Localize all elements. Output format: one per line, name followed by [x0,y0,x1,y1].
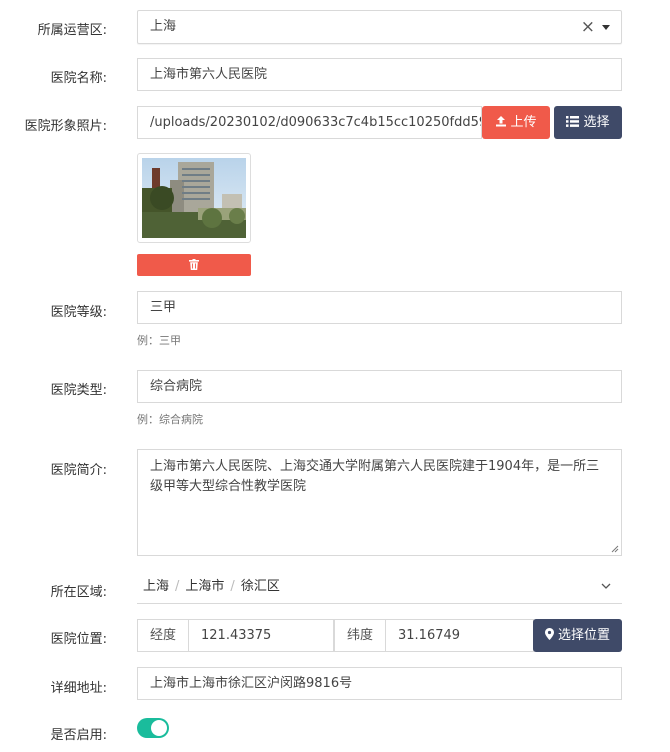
area-label: 所在区域: [50,585,107,600]
caret-down-icon[interactable] [602,25,610,30]
photo-path-input[interactable]: /uploads/20230102/d090633c7c4b15cc10250f… [137,106,482,139]
breadcrumb-separator: / [175,579,180,594]
hospital-photo [142,158,246,238]
longitude-addon: 经度 [137,619,189,652]
pick-location-button[interactable]: 选择位置 [533,619,622,652]
location-label: 医院位置: [50,632,107,647]
type-input[interactable]: 综合病院 [137,370,622,403]
delete-photo-button[interactable] [137,254,251,276]
grade-input[interactable]: 三甲 [137,291,622,324]
region-select[interactable]: 上海 × [137,10,622,44]
type-hint: 例：综合病院 [137,413,203,426]
hospital-name-label: 医院名称: [50,71,107,86]
pick-location-label: 选择位置 [557,628,610,643]
grade-label: 医院等级: [50,305,107,320]
upload-button-label: 上传 [510,115,537,130]
address-input[interactable]: 上海市上海市徐汇区沪闵路9816号 [137,667,622,700]
area-district: 徐汇区 [240,579,280,594]
toggle-knob [151,720,167,736]
intro-text: 上海市第六人民医院、上海交通大学附属第六人民医院建于1904年，是一所三级甲等大… [150,459,600,494]
chevron-down-icon[interactable] [600,580,612,592]
address-label: 详细地址: [50,681,107,696]
photo-thumbnail[interactable] [137,153,251,243]
map-marker-icon [544,628,554,640]
intro-textarea[interactable]: 上海市第六人民医院、上海交通大学附属第六人民医院建于1904年，是一所三级甲等大… [137,449,622,556]
latitude-addon: 纬度 [334,619,386,652]
grade-hint: 例：三甲 [137,334,181,347]
choose-button-label: 选择 [583,115,610,130]
enabled-label: 是否启用: [50,728,107,743]
area-province: 上海 [143,579,170,594]
type-label: 医院类型: [50,383,107,398]
clear-icon[interactable]: × [581,11,595,43]
list-icon [566,116,580,127]
area-city: 上海市 [185,579,225,594]
longitude-input[interactable]: 121.43375 [188,619,334,652]
latitude-input[interactable]: 31.16749 [385,619,534,652]
intro-label: 医院简介: [50,463,107,478]
region-label: 所属运营区: [37,23,107,38]
breadcrumb-separator: / [230,579,235,594]
photo-label: 医院形象照片: [24,119,107,134]
upload-icon [496,116,507,127]
hospital-name-input[interactable]: 上海市第六人民医院 [137,58,622,91]
resize-handle-icon[interactable] [611,545,619,553]
upload-button[interactable]: 上传 [482,106,550,139]
region-select-value: 上海 [150,19,177,34]
area-cascader[interactable]: 上海 / 上海市 / 徐汇区 [137,572,622,604]
enabled-toggle[interactable] [137,718,169,738]
trash-icon [189,259,199,270]
choose-button[interactable]: 选择 [554,106,622,139]
